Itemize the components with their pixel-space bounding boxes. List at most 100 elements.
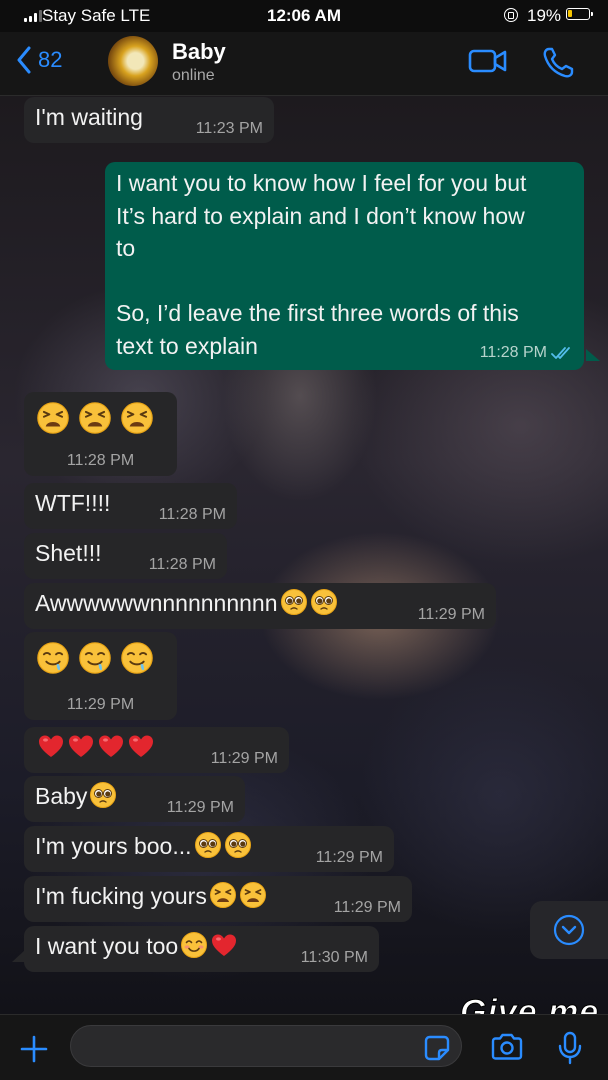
message-body: I'm fucking yours bbox=[35, 883, 207, 909]
red-heart-icon bbox=[97, 732, 125, 768]
video-call-button[interactable] bbox=[468, 48, 508, 79]
incoming-message[interactable]: 11:28 PM bbox=[24, 392, 177, 476]
incoming-message[interactable]: I'm yours boo... 11:29 PM bbox=[24, 826, 394, 872]
message-body: Baby bbox=[35, 783, 88, 809]
timestamp-text: 11:29 PM bbox=[166, 799, 234, 816]
tired-face-icon bbox=[209, 881, 237, 917]
unread-count: 82 bbox=[38, 47, 63, 72]
message-timestamp: 11:29 PM bbox=[167, 798, 234, 818]
pleading-face-icon bbox=[280, 588, 308, 624]
pleading-face-icon bbox=[194, 831, 222, 867]
read-receipt-icon bbox=[551, 346, 573, 366]
timestamp-text: 11:29 PM bbox=[315, 849, 383, 866]
voice-call-button[interactable] bbox=[541, 46, 575, 85]
video-call-icon bbox=[468, 49, 507, 73]
incoming-message[interactable]: 11:29 PM bbox=[24, 632, 177, 720]
message-timestamp: 11:28 PM bbox=[24, 451, 177, 471]
message-timestamp: 11:23 PM bbox=[196, 119, 263, 139]
message-text: Baby bbox=[35, 780, 117, 817]
message-timestamp: 11:29 PM bbox=[334, 898, 401, 918]
orientation-lock-icon bbox=[504, 8, 518, 22]
timestamp-text: 11:29 PM bbox=[66, 696, 135, 713]
message-text: I'm yours boo... bbox=[35, 830, 252, 867]
message-text: I want you too bbox=[35, 930, 238, 967]
message-line: text to explain bbox=[116, 332, 258, 359]
drooling-face-icon bbox=[120, 641, 154, 683]
message-text: I'm waiting bbox=[35, 101, 143, 133]
red-heart-icon bbox=[210, 931, 238, 967]
message-timestamp: 11:28 PM bbox=[480, 343, 573, 366]
message-body: Shet!!! bbox=[35, 540, 102, 566]
message-text: Shet!!! bbox=[35, 537, 101, 569]
message-text: Awwwwwwnnnnnnnnnn bbox=[35, 587, 338, 624]
status-bar: Stay Safe LTE 12:06 AM 19% bbox=[0, 0, 608, 32]
message-body: WTF!!!! bbox=[35, 490, 111, 516]
chat-header: 82 Baby online bbox=[0, 32, 608, 96]
message-text: I'm fucking yours bbox=[35, 880, 267, 917]
battery-icon bbox=[566, 8, 593, 20]
message-line: I want you to know how I feel for you bu… bbox=[116, 170, 527, 196]
message-text: I want you to know how I feel for you bu… bbox=[116, 167, 526, 362]
microphone-icon bbox=[558, 1031, 582, 1065]
tired-face-icon bbox=[120, 401, 154, 443]
message-line: So, I’d leave the first three words of t… bbox=[116, 300, 519, 326]
back-chevron-icon bbox=[17, 46, 31, 74]
scroll-to-bottom-button[interactable] bbox=[530, 901, 608, 959]
incoming-message[interactable]: I want you too 11:30 PM bbox=[24, 926, 379, 972]
timestamp-text: 11:29 PM bbox=[333, 899, 401, 916]
phone-icon bbox=[543, 47, 574, 78]
incoming-message[interactable]: Baby 11:29 PM bbox=[24, 776, 245, 822]
drooling-face-icon bbox=[78, 641, 112, 683]
message-body: I'm waiting bbox=[35, 104, 143, 130]
message-body: I'm yours boo... bbox=[35, 833, 192, 859]
contact-status: online bbox=[172, 67, 215, 84]
incoming-message[interactable]: Shet!!! 11:28 PM bbox=[24, 533, 227, 579]
incoming-message[interactable]: I'm waiting 11:23 PM bbox=[24, 97, 274, 143]
timestamp-text: 11:28 PM bbox=[148, 556, 216, 573]
composer-bar bbox=[0, 1014, 608, 1080]
pleading-face-icon bbox=[89, 781, 117, 817]
chat-screen: Stay Safe LTE 12:06 AM 19% 82 Baby onlin… bbox=[0, 0, 608, 1080]
message-line: to bbox=[116, 235, 136, 261]
red-heart-icon bbox=[127, 732, 155, 768]
timestamp-text: 11:29 PM bbox=[210, 750, 278, 767]
message-text: WTF!!!! bbox=[35, 487, 110, 519]
incoming-message[interactable]: I'm fucking yours 11:29 PM bbox=[24, 876, 412, 922]
sticker-icon bbox=[424, 1035, 450, 1061]
contact-name[interactable]: Baby bbox=[172, 39, 226, 65]
sticker-button[interactable] bbox=[424, 1035, 450, 1066]
back-button[interactable]: 82 bbox=[16, 46, 62, 74]
camera-icon bbox=[491, 1033, 523, 1060]
incoming-message[interactable]: WTF!!!! 11:28 PM bbox=[24, 483, 237, 529]
tired-face-icon bbox=[239, 881, 267, 917]
drooling-face-icon bbox=[36, 641, 70, 683]
pleading-face-icon bbox=[224, 831, 252, 867]
red-heart-icon bbox=[37, 732, 65, 768]
message-timestamp: 11:29 PM bbox=[24, 695, 177, 715]
message-body: Awwwwwwnnnnnnnnnn bbox=[35, 590, 278, 616]
incoming-message[interactable]: 11:29 PM bbox=[24, 727, 289, 773]
incoming-bubble-tail bbox=[12, 950, 25, 962]
red-heart-icon bbox=[67, 732, 95, 768]
plus-icon bbox=[20, 1035, 48, 1063]
camera-button[interactable] bbox=[490, 1033, 524, 1066]
incoming-message[interactable]: Awwwwwwnnnnnnnnnn 11:29 PM bbox=[24, 583, 496, 629]
message-timestamp: 11:29 PM bbox=[418, 605, 485, 625]
outgoing-message[interactable]: I want you to know how I feel for you bu… bbox=[105, 162, 584, 370]
message-text bbox=[35, 731, 155, 768]
smiling-face-icon bbox=[180, 931, 208, 967]
attach-button[interactable] bbox=[20, 1035, 48, 1068]
message-timestamp: 11:29 PM bbox=[316, 848, 383, 868]
voice-message-button[interactable] bbox=[558, 1031, 582, 1070]
timestamp-text: 11:29 PM bbox=[417, 606, 485, 623]
avatar[interactable] bbox=[108, 36, 158, 86]
timestamp-text: 11:28 PM bbox=[479, 344, 547, 361]
tired-face-icon bbox=[78, 401, 112, 443]
message-line bbox=[116, 265, 526, 298]
message-timestamp: 11:28 PM bbox=[159, 505, 226, 525]
message-input[interactable] bbox=[70, 1025, 462, 1067]
message-line: It’s hard to explain and I don’t know ho… bbox=[116, 202, 525, 229]
overlay-caption: Give me bbox=[460, 993, 600, 1015]
message-text bbox=[36, 641, 162, 683]
message-timestamp: 11:30 PM bbox=[301, 948, 368, 968]
